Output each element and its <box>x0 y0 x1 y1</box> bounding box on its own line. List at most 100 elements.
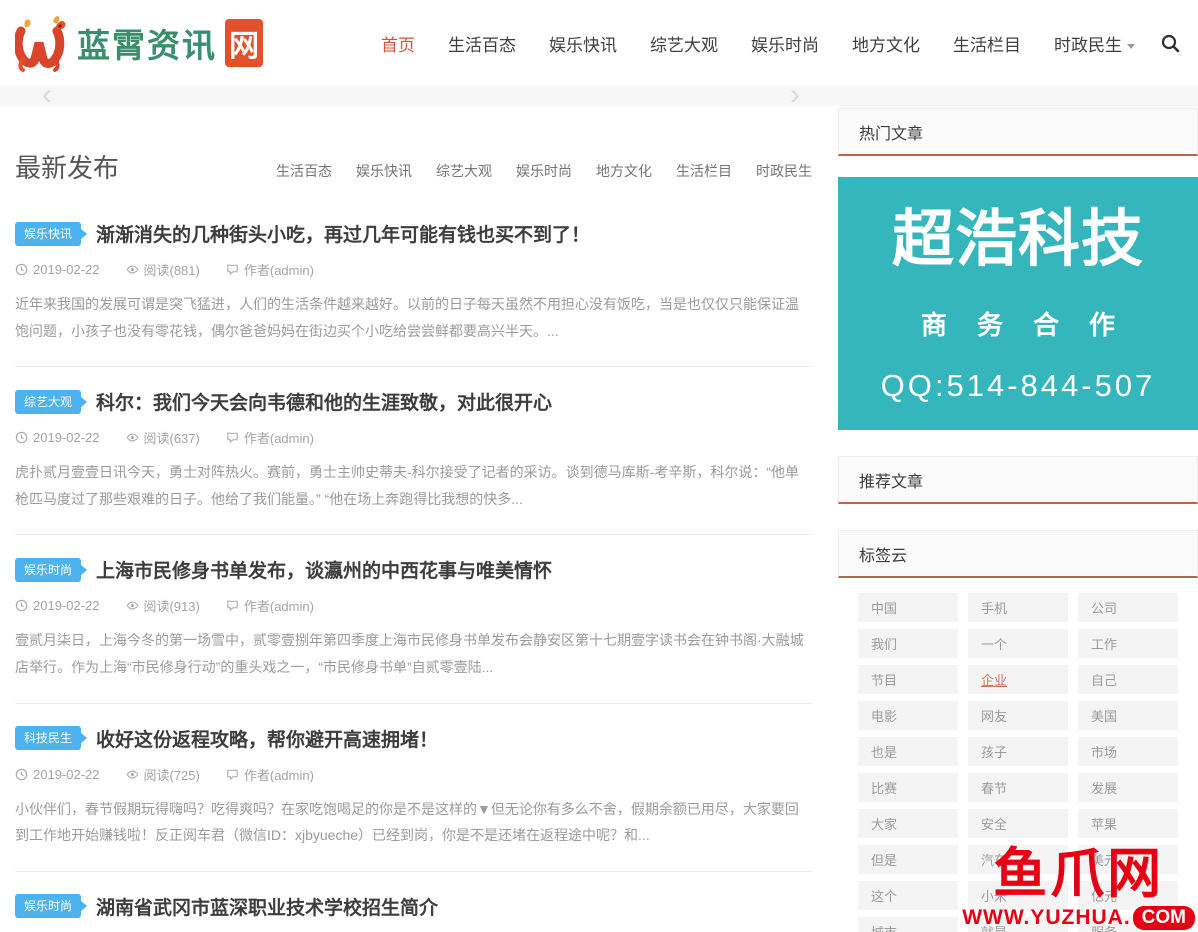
eye-icon <box>126 599 139 612</box>
article-meta: 2019-02-22 阅读(725) 作者(admin) <box>15 765 812 784</box>
eye-icon <box>126 431 139 444</box>
article-item: 娱乐时尚 上海市民修身书单发布，谈瀛州的中西花事与唯美情怀 2019-02-22… <box>15 535 812 703</box>
tag-link[interactable]: 城市 <box>858 917 958 932</box>
tag-link[interactable]: 孩子 <box>968 737 1068 766</box>
sponsor-ad-banner[interactable]: 超浩科技 商务合作 QQ:514-844-507 <box>838 177 1198 430</box>
article-item: 科技民生 收好这份返程攻略，帮你避开高速拥堵！ 2019-02-22 阅读(72… <box>15 704 812 872</box>
tag-link[interactable]: 工作 <box>1078 629 1178 658</box>
article-reads: 阅读(725) <box>126 765 200 784</box>
filter-life[interactable]: 生活百态 <box>276 161 332 181</box>
nav-item-variety[interactable]: 综艺大观 <box>650 31 718 56</box>
tag-link[interactable]: 苹果 <box>1078 809 1178 838</box>
tag-link-highlighted[interactable]: 企业 <box>968 665 1068 694</box>
tag-link[interactable]: 中国 <box>858 593 958 622</box>
tag-link[interactable]: 公司 <box>1078 593 1178 622</box>
article-excerpt: 虎扑贰月壹壹日讯今天，勇士对阵热火。赛前，勇士主帅史蒂夫-科尔接受了记者的采访。… <box>15 459 812 512</box>
article-excerpt: 壹贰月柒日，上海今冬的第一场雪中，贰零壹捌年第四季度上海市民修身书单发布会静安区… <box>15 627 812 680</box>
logo-suffix-badge: 网 <box>225 19 263 67</box>
filter-local-culture[interactable]: 地方文化 <box>596 161 652 181</box>
filter-variety[interactable]: 综艺大观 <box>436 161 492 181</box>
tag-link[interactable]: 发展 <box>1078 773 1178 802</box>
nav-item-life-column[interactable]: 生活栏目 <box>953 31 1021 56</box>
article-date: 2019-02-22 <box>15 262 100 277</box>
main-nav: 首页 生活百态 娱乐快讯 综艺大观 娱乐时尚 地方文化 生活栏目 时政民生 <box>381 31 1135 56</box>
article-excerpt: 小伙伴们，春节假期玩得嗨吗？吃得爽吗？在家吃饱喝足的你是不是这样的▼但无论你有多… <box>15 796 812 849</box>
article-reads: 阅读(913) <box>126 596 200 615</box>
filter-politics[interactable]: 时政民生 <box>756 161 812 181</box>
article-author: 作者(admin) <box>226 765 314 784</box>
category-badge[interactable]: 娱乐时尚 <box>15 558 81 582</box>
tag-link[interactable]: 自己 <box>1078 665 1178 694</box>
search-icon <box>1161 34 1180 53</box>
tag-link[interactable]: 这个 <box>858 881 958 910</box>
logo-brand-text: 蓝霄资讯 <box>77 19 217 67</box>
tag-link[interactable]: 网友 <box>968 701 1068 730</box>
tag-link[interactable]: 我们 <box>858 629 958 658</box>
tag-link[interactable]: 一个 <box>968 629 1068 658</box>
clock-icon <box>15 431 28 444</box>
clock-icon <box>15 599 28 612</box>
article-date: 2019-02-22 <box>15 767 100 782</box>
tag-link[interactable]: 但是 <box>858 845 958 874</box>
article-item: 娱乐快讯 渐渐消失的几种街头小吃，再过几年可能有钱也买不到了！ 2019-02-… <box>15 199 812 367</box>
dragon-logo-icon <box>15 13 71 73</box>
latest-category-filter: 生活百态 娱乐快讯 综艺大观 娱乐时尚 地方文化 生活栏目 时政民生 <box>276 161 812 185</box>
latest-title: 最新发布 <box>15 148 119 185</box>
carousel-prev-button[interactable]: ‹ <box>42 82 52 108</box>
yuzhua-watermark: 鱼爪网 WWW.YUZHUA. COM <box>962 845 1195 930</box>
category-badge[interactable]: 综艺大观 <box>15 390 81 414</box>
tag-link[interactable]: 大家 <box>858 809 958 838</box>
site-logo[interactable]: 蓝霄资讯 网 <box>15 13 263 73</box>
comment-icon <box>226 431 239 444</box>
article-date: 2019-02-22 <box>15 430 100 445</box>
article-meta: 2019-02-22 阅读(881) 作者(admin) <box>15 260 812 279</box>
hot-articles-box: 热门文章 超浩科技 商务合作 QQ:514-844-507 <box>838 108 1198 430</box>
article-title-link[interactable]: 收好这份返程攻略，帮你避开高速拥堵！ <box>96 725 438 752</box>
comment-icon <box>226 263 239 276</box>
nav-item-ent-news[interactable]: 娱乐快讯 <box>549 31 617 56</box>
category-badge[interactable]: 娱乐时尚 <box>15 894 81 918</box>
recommend-articles-box: 推荐文章 <box>838 456 1198 504</box>
chevron-down-icon <box>1127 44 1135 49</box>
article-title-link[interactable]: 湖南省武冈市蓝深职业技术学校招生简介 <box>96 893 438 920</box>
nav-item-life[interactable]: 生活百态 <box>448 31 516 56</box>
eye-icon <box>126 768 139 781</box>
tag-link[interactable]: 也是 <box>858 737 958 766</box>
hot-articles-title: 热门文章 <box>838 108 1198 156</box>
article-author: 作者(admin) <box>226 260 314 279</box>
article-author: 作者(admin) <box>226 596 314 615</box>
recommend-articles-title: 推荐文章 <box>838 456 1198 504</box>
article-item: 综艺大观 科尔：我们今天会向韦德和他的生涯致敬，对此很开心 2019-02-22… <box>15 367 812 535</box>
filter-ent-fashion[interactable]: 娱乐时尚 <box>516 161 572 181</box>
article-title-link[interactable]: 上海市民修身书单发布，谈瀛州的中西花事与唯美情怀 <box>96 556 552 583</box>
carousel-next-button[interactable]: › <box>790 82 800 108</box>
latest-section-header: 最新发布 生活百态 娱乐快讯 综艺大观 娱乐时尚 地方文化 生活栏目 时政民生 <box>15 148 812 199</box>
article-title-link[interactable]: 渐渐消失的几种街头小吃，再过几年可能有钱也买不到了！ <box>96 220 590 247</box>
filter-ent-news[interactable]: 娱乐快讯 <box>356 161 412 181</box>
filter-life-column[interactable]: 生活栏目 <box>676 161 732 181</box>
tag-link[interactable]: 手机 <box>968 593 1068 622</box>
article-title-link[interactable]: 科尔：我们今天会向韦德和他的生涯致敬，对此很开心 <box>96 388 552 415</box>
ad-cooperation-text: 商务合作 <box>846 305 1190 342</box>
ad-qq-contact: QQ:514-844-507 <box>846 368 1190 404</box>
nav-item-ent-fashion[interactable]: 娱乐时尚 <box>751 31 819 56</box>
tag-link[interactable]: 安全 <box>968 809 1068 838</box>
tag-link[interactable]: 春节 <box>968 773 1068 802</box>
category-badge[interactable]: 科技民生 <box>15 726 81 750</box>
article-excerpt: 近年来我国的发展可谓是突飞猛进，人们的生活条件越来越好。以前的日子每天虽然不用担… <box>15 291 812 344</box>
tag-cloud-title: 标签云 <box>838 530 1198 578</box>
watermark-url: WWW.YUZHUA. COM <box>962 906 1195 930</box>
article-date: 2019-02-22 <box>15 598 100 613</box>
tag-link[interactable]: 美国 <box>1078 701 1178 730</box>
nav-item-local-culture[interactable]: 地方文化 <box>852 31 920 56</box>
carousel-strip: ‹ › <box>0 86 1198 106</box>
tag-link[interactable]: 电影 <box>858 701 958 730</box>
nav-item-home[interactable]: 首页 <box>381 31 415 56</box>
article-item: 娱乐时尚 湖南省武冈市蓝深职业技术学校招生简介 2019-02-22 阅读(31… <box>15 872 812 932</box>
tag-link[interactable]: 市场 <box>1078 737 1178 766</box>
nav-item-politics[interactable]: 时政民生 <box>1054 31 1135 56</box>
tag-link[interactable]: 比赛 <box>858 773 958 802</box>
tag-link[interactable]: 节目 <box>858 665 958 694</box>
category-badge[interactable]: 娱乐快讯 <box>15 222 81 246</box>
search-button[interactable] <box>1161 34 1180 53</box>
